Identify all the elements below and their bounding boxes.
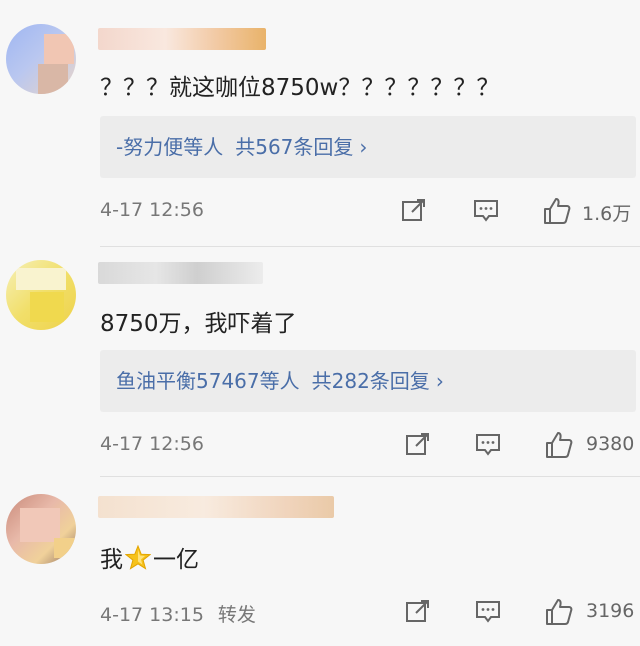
comment-text: 8750万，我吓着了 [100,311,297,337]
star-emoji-icon [124,544,152,570]
repost-icon[interactable] [404,597,432,625]
repost-icon[interactable] [400,196,428,224]
reply-summary[interactable]: -努力便等人 共567条回复 › [100,116,636,178]
username-blurred[interactable] [98,262,263,284]
like-icon[interactable] [544,430,574,460]
avatar[interactable] [6,24,76,94]
divider [100,476,640,477]
reply-count[interactable]: 共567条回复 [223,135,353,159]
comment-icon[interactable] [472,196,500,224]
comment-text-before: 我 [100,547,123,573]
like-count: 1.6万 [582,203,632,225]
reply-participants[interactable]: 鱼油平衡57467等人 [100,369,300,393]
chevron-right-icon: › [435,369,444,393]
like-count: 3196 [586,600,635,622]
comment-text-after: 一亿 [153,547,199,573]
like-count: 9380 [586,433,635,455]
repost-link[interactable]: 转发 [218,604,256,626]
comment-icon[interactable] [474,597,502,625]
username-blurred[interactable] [98,496,334,518]
repost-icon[interactable] [404,430,432,458]
avatar[interactable] [6,260,76,330]
divider [100,246,640,247]
comment-icon[interactable] [474,430,502,458]
reply-summary[interactable]: 鱼油平衡57467等人 共282条回复 › [100,350,636,412]
action-bar: 1.6万 [398,196,640,226]
timestamp: 4-17 12:56 [100,199,204,221]
username-blurred[interactable] [98,28,266,50]
action-bar: 9380 [398,430,640,460]
like-icon[interactable] [542,196,572,226]
meta-line: 4-17 13:15 转发 [100,600,256,627]
timestamp: 4-17 12:56 [100,433,204,455]
chevron-right-icon: › [359,135,368,159]
comment-text: ？？？就这咖位8750w？？？？？？？ [100,75,500,101]
avatar[interactable] [6,494,76,564]
reply-participants[interactable]: -努力便等人 [100,135,223,159]
like-icon[interactable] [544,597,574,627]
reply-count[interactable]: 共282条回复 [300,369,430,393]
comment-text: 我 一亿 [100,540,199,574]
action-bar: 3196 [398,597,640,627]
timestamp: 4-17 13:15 [100,604,204,626]
